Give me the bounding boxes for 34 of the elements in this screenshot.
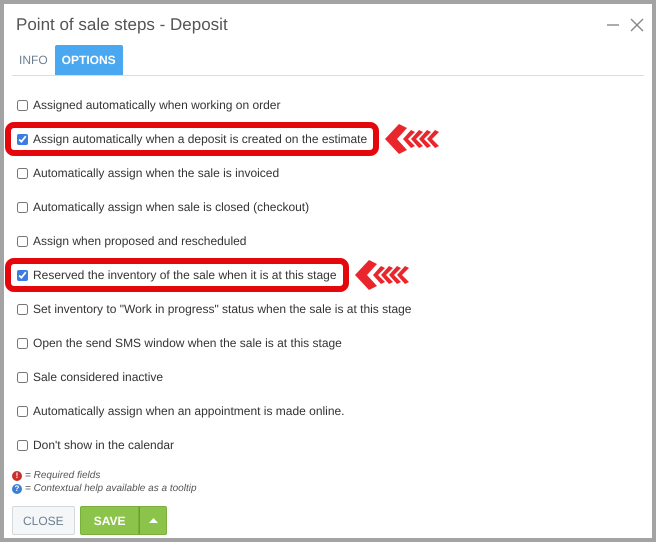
option-label: Assigned automatically when working on order — [33, 98, 280, 112]
legend-icon: ! — [12, 470, 22, 480]
checkbox[interactable] — [17, 168, 28, 178]
dropdown-button[interactable] — [139, 506, 168, 535]
option-label: Assign when proposed and rescheduled — [33, 234, 246, 248]
save-button[interactable]: SAVE — [80, 506, 140, 535]
close-icon[interactable] — [630, 18, 644, 32]
checkbox[interactable] — [17, 270, 28, 280]
option-label: Assign automatically when a deposit is created on the estimate — [33, 132, 368, 146]
checkbox[interactable] — [17, 134, 28, 144]
checkbox[interactable] — [17, 202, 28, 212]
checkbox[interactable] — [17, 338, 28, 348]
option-label: Automatically assign when the sale is invoiced — [33, 166, 280, 180]
checkbox[interactable] — [17, 304, 28, 314]
legend-icon: ? — [12, 484, 22, 494]
close-button[interactable]: CLOSE — [12, 506, 75, 535]
checkbox[interactable] — [17, 100, 28, 110]
legend-text: = Required fields — [25, 470, 100, 481]
legend-text: = Contextual help available as a tooltip — [25, 483, 197, 494]
checkbox[interactable] — [17, 236, 28, 246]
option-label: Automatically assign when an appointment is made online. — [33, 404, 345, 418]
option-label: Automatically assign when sale is closed (checkout) — [33, 200, 310, 214]
checkbox[interactable] — [17, 372, 28, 382]
caret-icon — [148, 518, 158, 523]
window-title: Point of sale steps - Deposit — [16, 15, 229, 35]
tab[interactable]: OPTIONS — [54, 45, 123, 75]
tab[interactable]: INFO — [12, 45, 55, 75]
checkbox[interactable] — [17, 406, 28, 416]
option-label: Don't show in the calendar — [33, 438, 174, 452]
option-label: Set inventory to "Work in progress" status when the sale is at this stage — [33, 302, 412, 316]
checkbox[interactable] — [17, 440, 28, 450]
option-label: Sale considered inactive — [33, 370, 164, 384]
option-label: Reserved the inventory of the sale when it is at this stage — [33, 268, 336, 282]
option-label: Open the send SMS window when the sale is at this stage — [33, 336, 342, 350]
